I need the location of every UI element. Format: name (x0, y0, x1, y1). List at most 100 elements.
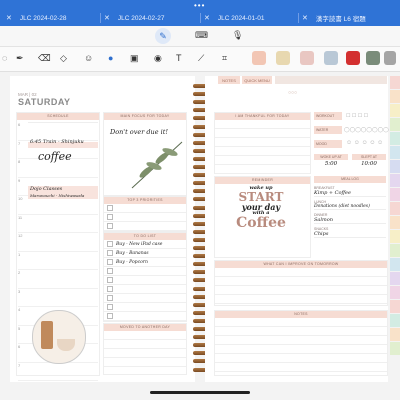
microphone-icon[interactable]: 🎙 (232, 30, 243, 41)
thankful-section[interactable]: I AM THANKFUL FOR TODAY (214, 112, 311, 174)
index-tab[interactable] (390, 286, 400, 299)
keyboard-icon[interactable]: ⌨ (195, 30, 208, 41)
todo-section[interactable]: TO DO LIST Buy - New iPad case Buy - Ban… (103, 232, 187, 322)
sticker-icon[interactable] (276, 51, 290, 65)
checkbox[interactable] (107, 223, 113, 229)
index-tab[interactable] (390, 160, 400, 173)
tab-2[interactable]: ✕ JLC 2024-02-27 (104, 10, 165, 26)
elements-icon[interactable]: ☺ (84, 53, 93, 63)
slept-value[interactable]: 10:00 (352, 161, 386, 167)
water-tracker[interactable]: ◯◯◯◯◯◯◯◯ (344, 127, 389, 133)
moved-title: MOVED TO ANOTHER DAY (104, 324, 186, 331)
index-tab[interactable] (390, 216, 400, 229)
camera-icon[interactable]: ◉ (154, 53, 162, 64)
index-tab[interactable] (390, 300, 400, 313)
tab-label: JLC 2024-01-01 (217, 14, 265, 22)
scan-icon[interactable]: ⌗ (222, 53, 227, 64)
quick-menu-tab[interactable]: QUICK MENU (242, 76, 272, 84)
sticker-icon[interactable] (324, 51, 338, 65)
sticker-icon[interactable] (366, 51, 380, 65)
index-tab[interactable] (390, 314, 400, 327)
home-indicator[interactable] (150, 391, 250, 394)
tab-1[interactable]: ✕ JLC 2024-02-28 (6, 10, 67, 26)
dinner-value[interactable]: Salmon (314, 217, 386, 224)
window-handle-icon[interactable]: ••• (194, 1, 205, 10)
pen-icon[interactable]: ✒ (16, 53, 24, 64)
mood-tracker[interactable]: ☺ ☺ ☺ ☺ ☺ (346, 140, 383, 146)
notes-section[interactable]: NOTES (214, 310, 388, 376)
coffee-quote-sticker[interactable]: wake up START your day with a Coffee (228, 186, 294, 231)
index-tab[interactable] (390, 118, 400, 131)
nav-arrows-icon[interactable]: ○○○ (288, 90, 297, 96)
todo-item: Buy - New iPad case (116, 241, 163, 247)
moved-section[interactable]: MOVED TO ANOTHER DAY (103, 323, 187, 375)
index-tab[interactable] (390, 104, 400, 117)
close-icon[interactable]: ✕ (204, 14, 210, 22)
checkbox[interactable] (107, 241, 113, 247)
top-priorities-title: TOP 3 PRIORITIES (104, 197, 186, 204)
checkbox[interactable] (107, 268, 113, 274)
weekday-title: SATURDAY (18, 97, 71, 107)
leaf-sticker[interactable] (128, 138, 186, 190)
shapes-icon[interactable]: ◇ (60, 53, 67, 64)
checkbox[interactable] (107, 205, 113, 211)
top-priorities-section[interactable]: TOP 3 PRIORITIES (103, 196, 187, 232)
text-icon[interactable]: T (176, 53, 182, 63)
improve-section[interactable]: WHAT CAN I IMPROVE ON TOMORROW (214, 260, 388, 306)
reminder-title: REMINDER (215, 177, 310, 184)
checkbox[interactable] (107, 313, 113, 319)
sticker-icon[interactable] (346, 51, 360, 65)
close-icon[interactable]: ✕ (302, 14, 308, 22)
index-tab[interactable] (390, 258, 400, 271)
close-icon[interactable]: ✕ (6, 14, 12, 22)
coffee-sticker[interactable] (32, 310, 86, 364)
sticker-icon[interactable] (300, 51, 314, 65)
checkbox[interactable] (107, 214, 113, 220)
checkbox[interactable] (107, 295, 113, 301)
close-icon[interactable]: ✕ (104, 14, 110, 22)
index-tab[interactable] (390, 146, 400, 159)
index-tab[interactable] (390, 244, 400, 257)
eraser-icon[interactable]: ⌫ (38, 53, 51, 64)
meal-log-title: MEAL LOG (314, 176, 386, 183)
checkbox[interactable] (107, 304, 113, 310)
sticker-icon[interactable] (384, 51, 396, 65)
todo-item: Buy - Bananas (116, 250, 149, 256)
hour-label: 6 (18, 122, 98, 141)
index-tab[interactable] (390, 76, 400, 89)
index-tab[interactable] (390, 132, 400, 145)
index-tab[interactable] (390, 230, 400, 243)
checkbox[interactable] (107, 277, 113, 283)
checkbox[interactable] (107, 286, 113, 292)
index-tab[interactable] (390, 342, 400, 355)
checkbox[interactable] (107, 250, 113, 256)
breakfast-value[interactable]: Kimp + Coffee (314, 190, 386, 197)
mood-label: MOOD (314, 140, 342, 148)
workout-tracker[interactable]: ☐ ☐ ☐ ☐ (346, 113, 368, 119)
month-tabs (0, 92, 8, 367)
lunch-value[interactable]: Donations (diet noodles) (314, 204, 386, 210)
notes-nav-tab[interactable]: NOTES (218, 76, 240, 84)
index-tab[interactable] (390, 272, 400, 285)
woke-up-value[interactable]: 5:00 (314, 161, 348, 167)
index-tab[interactable] (390, 328, 400, 341)
improve-title: WHAT CAN I IMPROVE ON TOMORROW (215, 261, 387, 268)
index-tab[interactable] (390, 202, 400, 215)
pencil-mode-icon[interactable]: ✎ (155, 28, 171, 44)
workout-label: WORKOUT (314, 112, 342, 120)
tab-3[interactable]: ✕ JLC 2024-01-01 (204, 10, 265, 26)
todo-title: TO DO LIST (104, 233, 186, 240)
lasso-icon[interactable]: ◌ (2, 53, 7, 63)
image-icon[interactable]: ▣ (130, 53, 139, 64)
hour-label: 2 (18, 270, 98, 289)
highlighter-icon[interactable]: ● (108, 53, 113, 63)
checkbox[interactable] (107, 259, 113, 265)
snacks-value[interactable]: Chips (314, 231, 386, 238)
index-tab[interactable] (390, 174, 400, 187)
tab-label: JLC 2024-02-28 (19, 14, 67, 22)
tab-4[interactable]: ✕ 漢字読書 L6 宿題 (302, 10, 366, 26)
laser-icon[interactable]: ⟋ (198, 53, 204, 64)
index-tab[interactable] (390, 188, 400, 201)
sticker-icon[interactable] (252, 51, 266, 65)
index-tab[interactable] (390, 90, 400, 103)
